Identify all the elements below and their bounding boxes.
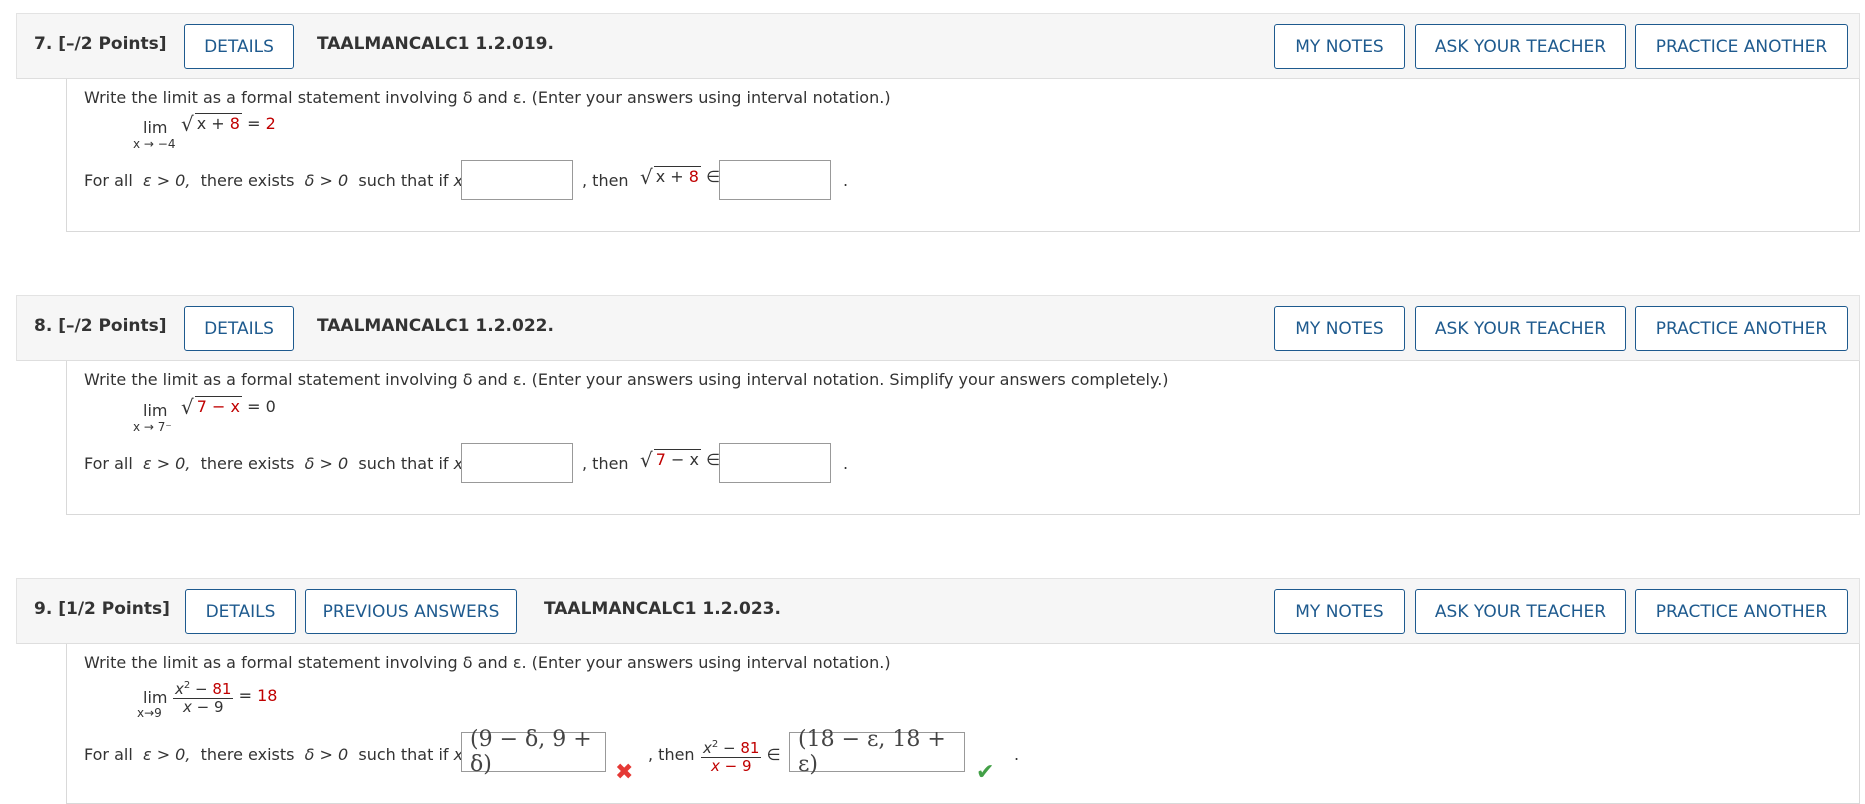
question-number: 8. [–/2 Points] (34, 316, 167, 336)
my-notes-button[interactable]: MY NOTES (1274, 589, 1405, 634)
interval-input-x[interactable]: (9 − δ, 9 + δ) (461, 727, 606, 777)
my-notes-button[interactable]: MY NOTES (1274, 24, 1405, 69)
formal-statement: For all ε > 0, there exists δ > 0 such t… (84, 745, 482, 764)
ask-your-teacher-button[interactable]: ASK YOUR TEACHER (1415, 24, 1626, 69)
question-prompt: Write the limit as a formal statement in… (84, 88, 891, 107)
limit-value: 2 (265, 114, 276, 133)
limit-subscript: x → −4 (133, 137, 176, 151)
question-7-body: Write the limit as a formal statement in… (66, 79, 1860, 232)
ask-your-teacher-button[interactable]: ASK YOUR TEACHER (1415, 306, 1626, 351)
interval-input-x[interactable] (461, 443, 573, 483)
question-code: TAALMANCALC1 1.2.022. (317, 316, 554, 336)
my-notes-button[interactable]: MY NOTES (1274, 306, 1405, 351)
ask-your-teacher-button[interactable]: ASK YOUR TEACHER (1415, 589, 1626, 634)
cross-mark-icon: ✖ (615, 760, 634, 785)
interval-input-x[interactable] (461, 160, 573, 200)
details-button[interactable]: DETAILS (184, 306, 294, 351)
question-8-body: Write the limit as a formal statement in… (66, 361, 1860, 515)
interval-input-f[interactable] (719, 443, 831, 483)
formal-statement: For all ε > 0, there exists δ > 0 such t… (84, 171, 482, 190)
period: . (843, 454, 849, 473)
interval-input-f[interactable]: (18 − ε, 18 + ε) (789, 727, 965, 777)
limit-subscript: x→9 (137, 706, 162, 720)
then-label: , then (582, 171, 629, 190)
practice-another-button[interactable]: PRACTICE ANOTHER (1635, 306, 1848, 351)
question-9-header: 9. [1/2 Points] DETAILS PREVIOUS ANSWERS… (16, 578, 1860, 644)
check-mark-icon: ✔ (976, 760, 995, 785)
question-number: 7. [–/2 Points] (34, 34, 167, 54)
question-number: 9. [1/2 Points] (34, 599, 170, 619)
question-code: TAALMANCALC1 1.2.023. (544, 599, 781, 619)
period: . (1014, 745, 1020, 764)
previous-answers-button[interactable]: PREVIOUS ANSWERS (305, 589, 517, 634)
formal-statement: For all ε > 0, there exists δ > 0 such t… (84, 454, 482, 473)
limit-value: 0 (265, 397, 276, 416)
details-button[interactable]: DETAILS (184, 24, 294, 69)
question-9-body: Write the limit as a formal statement in… (66, 644, 1860, 804)
question-code: TAALMANCALC1 1.2.019. (317, 34, 554, 54)
question-prompt: Write the limit as a formal statement in… (84, 653, 891, 672)
limit-subscript: x → 7⁻ (133, 420, 172, 434)
fraction-expression: x2 − 81 x − 9 ∈ (701, 736, 781, 775)
then-label: , then (648, 745, 695, 764)
interval-input-f[interactable] (719, 160, 831, 200)
sqrt-expression: √ 7 − x ∈ (640, 448, 721, 472)
question-8-header: 8. [–/2 Points] DETAILS TAALMANCALC1 1.2… (16, 295, 1860, 361)
question-prompt: Write the limit as a formal statement in… (84, 370, 1169, 389)
details-button[interactable]: DETAILS (185, 589, 296, 634)
practice-another-button[interactable]: PRACTICE ANOTHER (1635, 589, 1848, 634)
question-7-header: 7. [–/2 Points] DETAILS TAALMANCALC1 1.2… (16, 13, 1860, 79)
practice-another-button[interactable]: PRACTICE ANOTHER (1635, 24, 1848, 69)
limit-value: 18 (257, 686, 278, 705)
period: . (843, 171, 849, 190)
then-label: , then (582, 454, 629, 473)
sqrt-expression: √ x + 8 ∈ (640, 165, 721, 189)
